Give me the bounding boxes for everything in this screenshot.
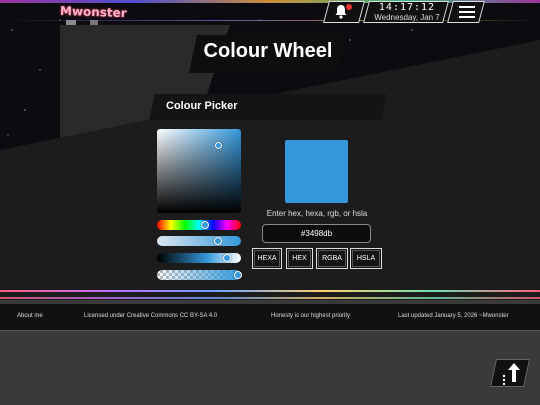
clock-time: 14:17:12 — [378, 2, 436, 13]
menu-icon — [459, 6, 475, 18]
format-hex-button[interactable]: HEX — [286, 248, 313, 269]
clock-date: Wednesday, Jan 7 — [374, 13, 440, 22]
footer: About me Licensed under Creative Commons… — [0, 304, 540, 330]
hue-slider[interactable] — [157, 220, 241, 230]
saturation-slider[interactable] — [157, 236, 241, 246]
footer-about-link[interactable]: About me — [17, 313, 43, 319]
format-hsla-button[interactable]: HSLA — [350, 248, 382, 269]
input-hint: Enter hex, hexa, rgb, or hsla — [266, 209, 368, 218]
page-title: Colour Wheel — [203, 40, 333, 62]
footer-updated: Last updated January 5, 2026 ~Mwonster — [398, 313, 509, 319]
footer-motto: Honesty is our highest priority — [271, 313, 351, 319]
saturation-value-handle[interactable] — [215, 142, 222, 149]
alpha-slider[interactable] — [157, 270, 241, 280]
color-value-input[interactable] — [262, 224, 371, 243]
hue-slider-knob[interactable] — [200, 221, 209, 229]
footer-divider — [0, 297, 540, 299]
format-hexa-button[interactable]: HEXA — [252, 248, 282, 269]
arrow-up-icon — [502, 363, 520, 386]
saturation-value-area[interactable] — [157, 129, 241, 213]
footer-license-link[interactable]: Licensed under Creative Commons CC BY-SA… — [84, 313, 217, 319]
color-preview-swatch — [285, 140, 348, 203]
section-title: Colour Picker — [166, 100, 238, 112]
format-rgba-button[interactable]: RGBA — [316, 248, 348, 269]
footer-rule — [0, 330, 540, 331]
notification-dot — [346, 4, 352, 10]
lightness-slider-knob[interactable] — [222, 254, 231, 262]
site-logo-link[interactable]: Mwonster — [60, 4, 127, 20]
footer-divider — [0, 290, 540, 292]
